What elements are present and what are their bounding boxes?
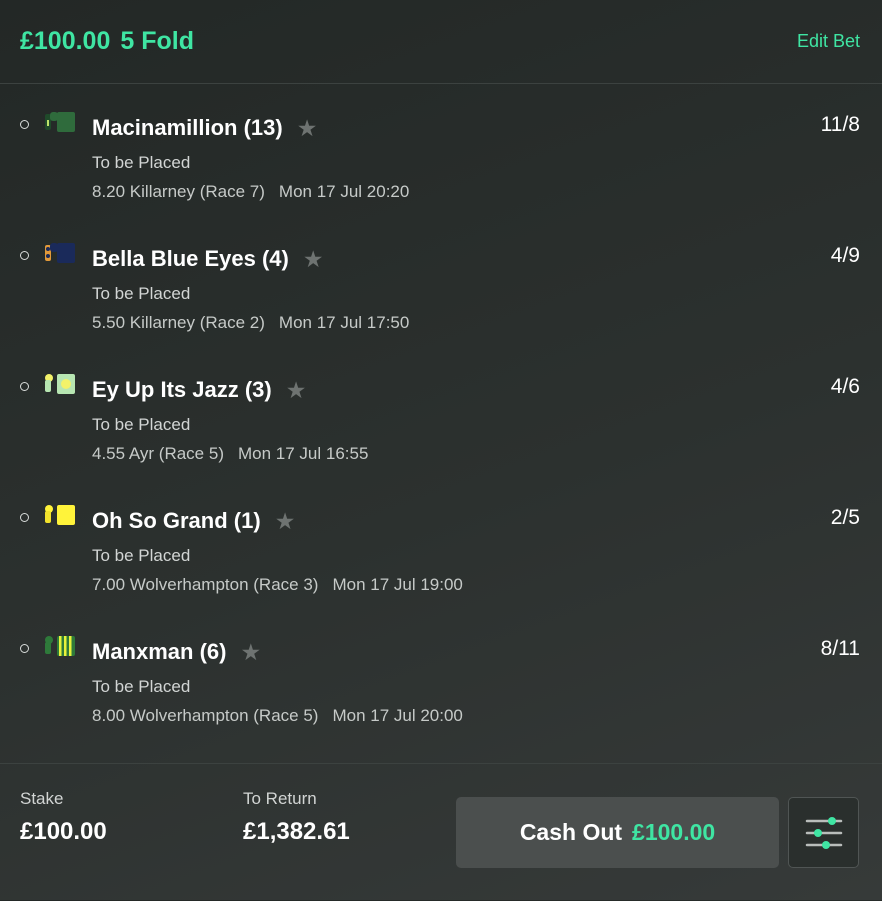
event-time: Mon 17 Jul 20:20 [278, 182, 410, 201]
horse-name-text: Manxman (6) [92, 639, 227, 664]
cash-out-amount: £100.00 [632, 819, 716, 845]
event-name: 8.20 Killarney (Race 7) [92, 182, 265, 201]
selection-odds: 4/9 [830, 244, 860, 267]
event-name: 7.00 Wolverhampton (Race 3) [92, 575, 319, 594]
selection-odds: 11/8 [820, 113, 860, 136]
stake-value: £100.00 [20, 818, 107, 845]
jockey-silk-icon [45, 505, 75, 525]
horse-name-text: Bella Blue Eyes (4) [92, 246, 289, 271]
sliders-icon [805, 817, 843, 849]
event-info: 8.00 Wolverhampton (Race 5) Mon 17 Jul 20… [92, 706, 463, 726]
jockey-silk-icon [45, 243, 75, 263]
star-icon[interactable]: ★ [275, 508, 296, 535]
star-icon[interactable]: ★ [303, 246, 324, 273]
event-info: 5.50 Killarney (Race 2) Mon 17 Jul 17:50 [92, 313, 409, 333]
market-name: To be Placed [92, 153, 191, 172]
cash-out-button[interactable]: Cash Out £100.00 [456, 797, 779, 868]
horse-name-text: Macinamillion (13) [92, 115, 283, 140]
event-time: Mon 17 Jul 20:00 [332, 706, 463, 725]
event-name: 8.00 Wolverhampton (Race 5) [92, 706, 319, 725]
selection-row: Ey Up Its Jazz (3) ★ To be Placed 4.55 Ay… [0, 346, 882, 477]
radio-icon [20, 120, 29, 129]
selection-row: Oh So Grand (1) ★ To be Placed 7.00 Wolve… [0, 477, 882, 608]
star-icon[interactable]: ★ [297, 115, 318, 142]
market-name: To be Placed [92, 546, 191, 565]
cash-out-settings-button[interactable] [788, 797, 859, 868]
event-name: 4.55 Ayr (Race 5) [92, 444, 224, 463]
jockey-silk-icon [45, 374, 75, 394]
horse-name-text: Oh So Grand (1) [92, 508, 261, 533]
selection-row: Bella Blue Eyes (4) ★ To be Placed 5.50 K… [0, 215, 882, 346]
selection-row: Manxman (6) ★ To be Placed 8.00 Wolverham… [0, 608, 882, 739]
return-label: To Return [243, 789, 317, 808]
event-time: Mon 17 Jul 16:55 [237, 444, 369, 463]
market-name: To be Placed [92, 415, 191, 434]
event-time: Mon 17 Jul 17:50 [278, 313, 410, 332]
radio-icon [20, 644, 29, 653]
jockey-silk-icon [45, 636, 75, 656]
horse-name-text: Ey Up Its Jazz (3) [92, 377, 272, 402]
event-info: 4.55 Ayr (Race 5) Mon 17 Jul 16:55 [92, 444, 368, 464]
selection-row: Macinamillion (13) ★ To be Placed 8.20 Ki… [0, 84, 882, 215]
radio-icon [20, 382, 29, 391]
event-name: 5.50 Killarney (Race 2) [92, 313, 265, 332]
stake-label: Stake [20, 789, 64, 808]
radio-icon [20, 251, 29, 260]
selection-odds: 4/6 [830, 375, 860, 398]
event-info: 7.00 Wolverhampton (Race 3) Mon 17 Jul 19… [92, 575, 463, 595]
bet-header: £100.00 5 Fold Edit Bet [0, 0, 882, 84]
horse-name: Ey Up Its Jazz (3) ★ [92, 377, 306, 404]
selection-odds: 8/11 [820, 637, 860, 660]
market-name: To be Placed [92, 284, 191, 303]
radio-icon [20, 513, 29, 522]
horse-name: Manxman (6) ★ [92, 639, 261, 666]
star-icon[interactable]: ★ [286, 377, 307, 404]
horse-name: Macinamillion (13) ★ [92, 115, 317, 142]
event-time: Mon 17 Jul 19:00 [332, 575, 463, 594]
bet-footer: Stake £100.00 To Return £1,382.61 Cash O… [0, 763, 882, 901]
bet-amount: £100.00 [20, 27, 111, 55]
horse-name: Oh So Grand (1) ★ [92, 508, 295, 535]
edit-bet-link[interactable]: Edit Bet [797, 31, 860, 52]
bet-title: £100.00 5 Fold [20, 27, 194, 56]
jockey-silk-icon [45, 112, 75, 132]
market-name: To be Placed [92, 677, 191, 696]
selection-odds: 2/5 [830, 506, 860, 529]
event-info: 8.20 Killarney (Race 7) Mon 17 Jul 20:20 [92, 182, 409, 202]
horse-name: Bella Blue Eyes (4) ★ [92, 246, 324, 273]
cash-out-label: Cash Out [519, 819, 623, 845]
bet-type: 5 Fold [120, 27, 194, 55]
return-value: £1,382.61 [243, 818, 350, 845]
star-icon[interactable]: ★ [240, 639, 261, 666]
